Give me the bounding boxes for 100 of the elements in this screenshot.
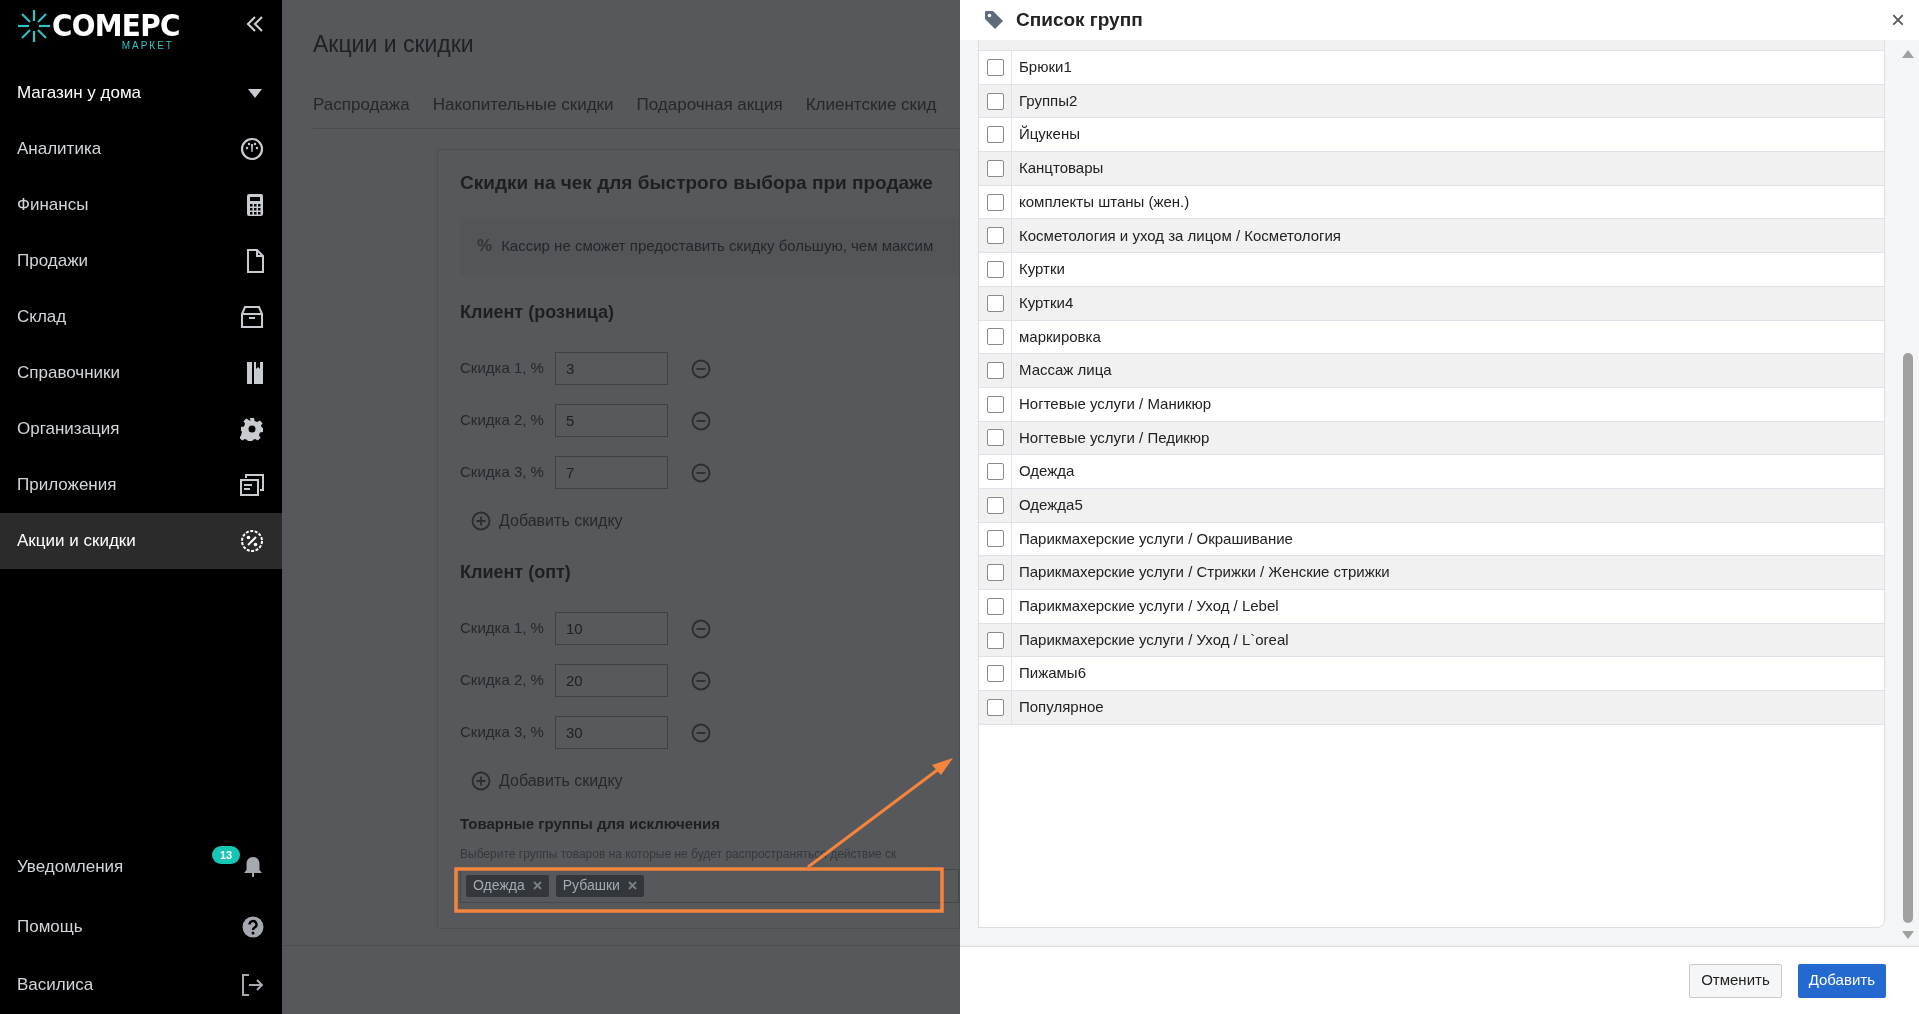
remove-button[interactable]: [691, 618, 711, 639]
list-row[interactable]: Массаж лица: [979, 354, 1884, 388]
list-row[interactable]: Канцтовары: [979, 152, 1884, 186]
percent-badge-icon: [240, 529, 264, 553]
tag-label: Одежда: [473, 876, 525, 895]
page-title: Акции и скидки: [313, 30, 474, 59]
list-row[interactable]: Популярное: [979, 691, 1884, 725]
remove-button[interactable]: [691, 410, 711, 431]
row-label: Парикмахерские услуги / Окрашивание: [1019, 528, 1293, 549]
list-row[interactable]: Одежда5: [979, 488, 1884, 523]
sidebar-item[interactable]: Акции и скидки: [0, 513, 282, 569]
collapse-button[interactable]: [246, 15, 264, 33]
row-label: Одежда: [1019, 461, 1075, 482]
checkbox[interactable]: [986, 227, 1004, 245]
list-row[interactable]: Косметология и уход за лицом / Косметология: [979, 219, 1884, 254]
tag-label: Рубашки: [562, 876, 620, 895]
checkbox[interactable]: [986, 159, 1004, 177]
list-row[interactable]: Группы2: [979, 84, 1884, 119]
question-icon: [242, 916, 264, 938]
list-row[interactable]: Парикмахерские услуги / Окрашивание: [979, 522, 1884, 557]
box-icon: [240, 305, 264, 329]
list-row[interactable]: комплекты штаны (жен.): [979, 185, 1884, 220]
checkbox[interactable]: [986, 564, 1004, 582]
sidebar-item[interactable]: Василиса: [0, 956, 282, 1014]
sidebar-item[interactable]: Уведомления 13: [0, 836, 282, 898]
minus-circle-icon: [691, 618, 711, 639]
sidebar-item[interactable]: Приложения: [0, 457, 282, 513]
close-button[interactable]: ×: [1891, 8, 1905, 32]
checkbox[interactable]: [986, 463, 1004, 481]
sidebar-item-label: Финансы: [17, 194, 89, 217]
sidebar-item[interactable]: Склад: [0, 289, 282, 345]
checkbox[interactable]: [986, 429, 1004, 447]
sidebar-item[interactable]: Помощь: [0, 898, 282, 956]
plus-circle-icon: [471, 511, 491, 531]
section-heading: Клиент (опт): [460, 561, 571, 584]
dropdown-triangle-icon: [248, 88, 262, 98]
row-label: Ногтевые услуги / Маникюр: [1019, 393, 1212, 414]
scroll-down-icon: [1902, 931, 1914, 939]
checkbox[interactable]: [986, 530, 1004, 548]
sidebar-item-label: Аналитика: [17, 138, 102, 161]
checkbox[interactable]: [986, 665, 1004, 683]
checkbox[interactable]: [986, 698, 1004, 716]
minus-circle-icon: [691, 722, 711, 743]
sidebar-item-label: Организация: [17, 418, 120, 441]
checkbox[interactable]: [986, 395, 1004, 413]
starburst-icon: [17, 9, 51, 43]
gear-icon: [240, 417, 264, 441]
remove-button[interactable]: [691, 462, 711, 483]
percent-icon: %: [477, 233, 493, 259]
checkbox[interactable]: [986, 631, 1004, 649]
sidebar-item[interactable]: Аналитика: [0, 121, 282, 177]
cancel-button[interactable]: Отменить: [1689, 963, 1782, 998]
list-row[interactable]: Ногтевые услуги / Маникюр: [979, 387, 1884, 422]
list-row[interactable]: Ногтевые услуги / Педикюр: [979, 421, 1884, 456]
checkbox[interactable]: [986, 126, 1004, 144]
scroll-up-icon: [1902, 50, 1914, 58]
checkbox[interactable]: [986, 193, 1004, 211]
row-label: Парикмахерские услуги / Уход / Lebel: [1019, 596, 1279, 617]
list-row[interactable]: Одежда: [979, 455, 1884, 489]
tag-icon: [984, 10, 1004, 30]
add-button[interactable]: Добавить: [1797, 963, 1886, 998]
row-label: Парикмахерские услуги / Уход / L`oreal: [1019, 629, 1289, 650]
store-selector[interactable]: Магазин у дома: [0, 65, 282, 121]
remove-button[interactable]: [691, 358, 711, 379]
checkbox[interactable]: [986, 328, 1004, 346]
checkbox[interactable]: [986, 294, 1004, 312]
remove-button[interactable]: [691, 722, 711, 743]
dialog-title: Список групп: [1016, 7, 1143, 32]
checkbox[interactable]: [986, 260, 1004, 278]
list-row[interactable]: Парикмахерские услуги / Уход / Lebel: [979, 590, 1884, 624]
row-label: Брюки1: [1019, 57, 1072, 78]
double-chevron-icon: [246, 15, 264, 33]
sidebar-item-label: Склад: [17, 306, 67, 329]
sidebar-item[interactable]: Продажи: [0, 233, 282, 289]
bell-icon: [242, 855, 264, 879]
sidebar-item[interactable]: Организация: [0, 401, 282, 457]
list-row[interactable]: Йцукены: [979, 118, 1884, 153]
sidebar-item[interactable]: Справочники: [0, 345, 282, 401]
plus-circle-icon: [471, 771, 491, 791]
list-row[interactable]: Парикмахерские услуги / Стрижки / Женские стрижки: [979, 556, 1884, 590]
list-row[interactable]: маркировка: [979, 320, 1884, 355]
list-row[interactable]: Парикмахерские услуги / Уход / L`oreal: [979, 623, 1884, 658]
minus-circle-icon: [691, 358, 711, 379]
sidebar-item-label: Помощь: [17, 916, 83, 939]
row-label: Куртки4: [1019, 292, 1074, 313]
list-row[interactable]: Пижамы6: [979, 657, 1884, 692]
remove-button[interactable]: [691, 670, 711, 691]
checkbox[interactable]: [986, 92, 1004, 110]
checkbox[interactable]: [986, 496, 1004, 514]
exit-icon: [240, 973, 264, 997]
sidebar-item[interactable]: Финансы: [0, 177, 282, 233]
list-row[interactable]: Куртки4: [979, 286, 1884, 321]
sidebar-item-label: Продажи: [17, 250, 88, 273]
sidebar-item-label: Приложения: [17, 474, 117, 497]
checkbox[interactable]: [986, 362, 1004, 380]
checkbox[interactable]: [986, 58, 1004, 76]
list-row[interactable]: Куртки: [979, 253, 1884, 287]
tags-input[interactable]: Одежда Рубашки: [460, 868, 959, 903]
list-row[interactable]: Брюки1: [979, 51, 1884, 85]
checkbox[interactable]: [986, 597, 1004, 615]
